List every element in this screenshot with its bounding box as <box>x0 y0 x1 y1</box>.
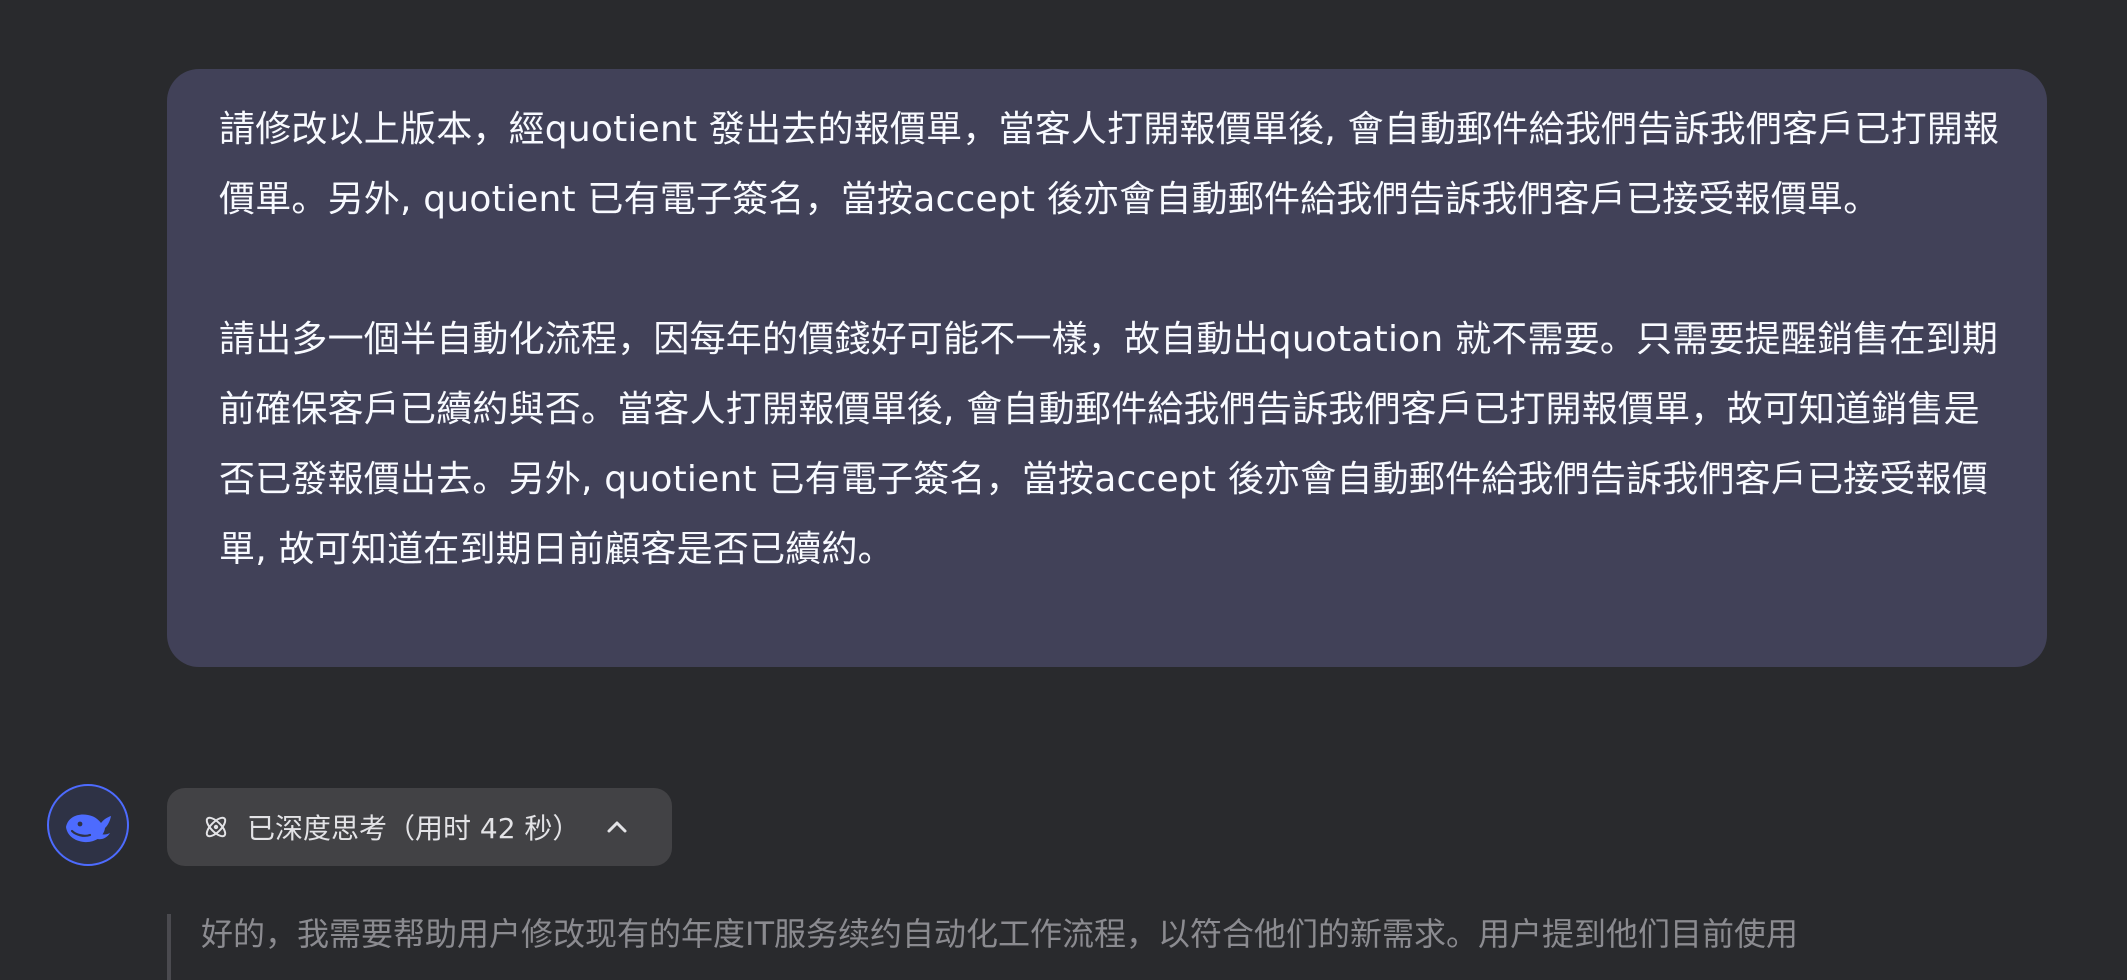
deep-think-label: 已深度思考（用时 42 秒） <box>247 812 581 845</box>
chevron-up-icon <box>604 814 630 840</box>
user-message-paragraph: 請出多一個半自動化流程，因每年的價錢好可能不一樣，故自動出quotation 就… <box>219 319 1999 570</box>
thought-process: 好的，我需要帮助用户修改现有的年度IT服务续约自动化工作流程，以符合他们的新需求… <box>167 914 2047 980</box>
user-message-bubble: 請修改以上版本，經quotient 發出去的報價單，當客人打開報價單後, 會自動… <box>167 69 2047 667</box>
thought-text: 好的，我需要帮助用户修改现有的年度IT服务续约自动化工作流程，以符合他们的新需求… <box>201 915 1798 953</box>
user-message-paragraph: 請修改以上版本，經quotient 發出去的報價單，當客人打開報價單後, 會自動… <box>219 109 2000 220</box>
assistant-avatar <box>47 784 129 866</box>
deep-think-toggle-button[interactable]: 已深度思考（用时 42 秒） <box>167 788 672 866</box>
whale-icon <box>66 814 111 843</box>
atom-icon <box>201 812 231 842</box>
chat-page: 請修改以上版本，經quotient 發出去的報價單，當客人打開報價單後, 會自動… <box>0 0 2127 980</box>
